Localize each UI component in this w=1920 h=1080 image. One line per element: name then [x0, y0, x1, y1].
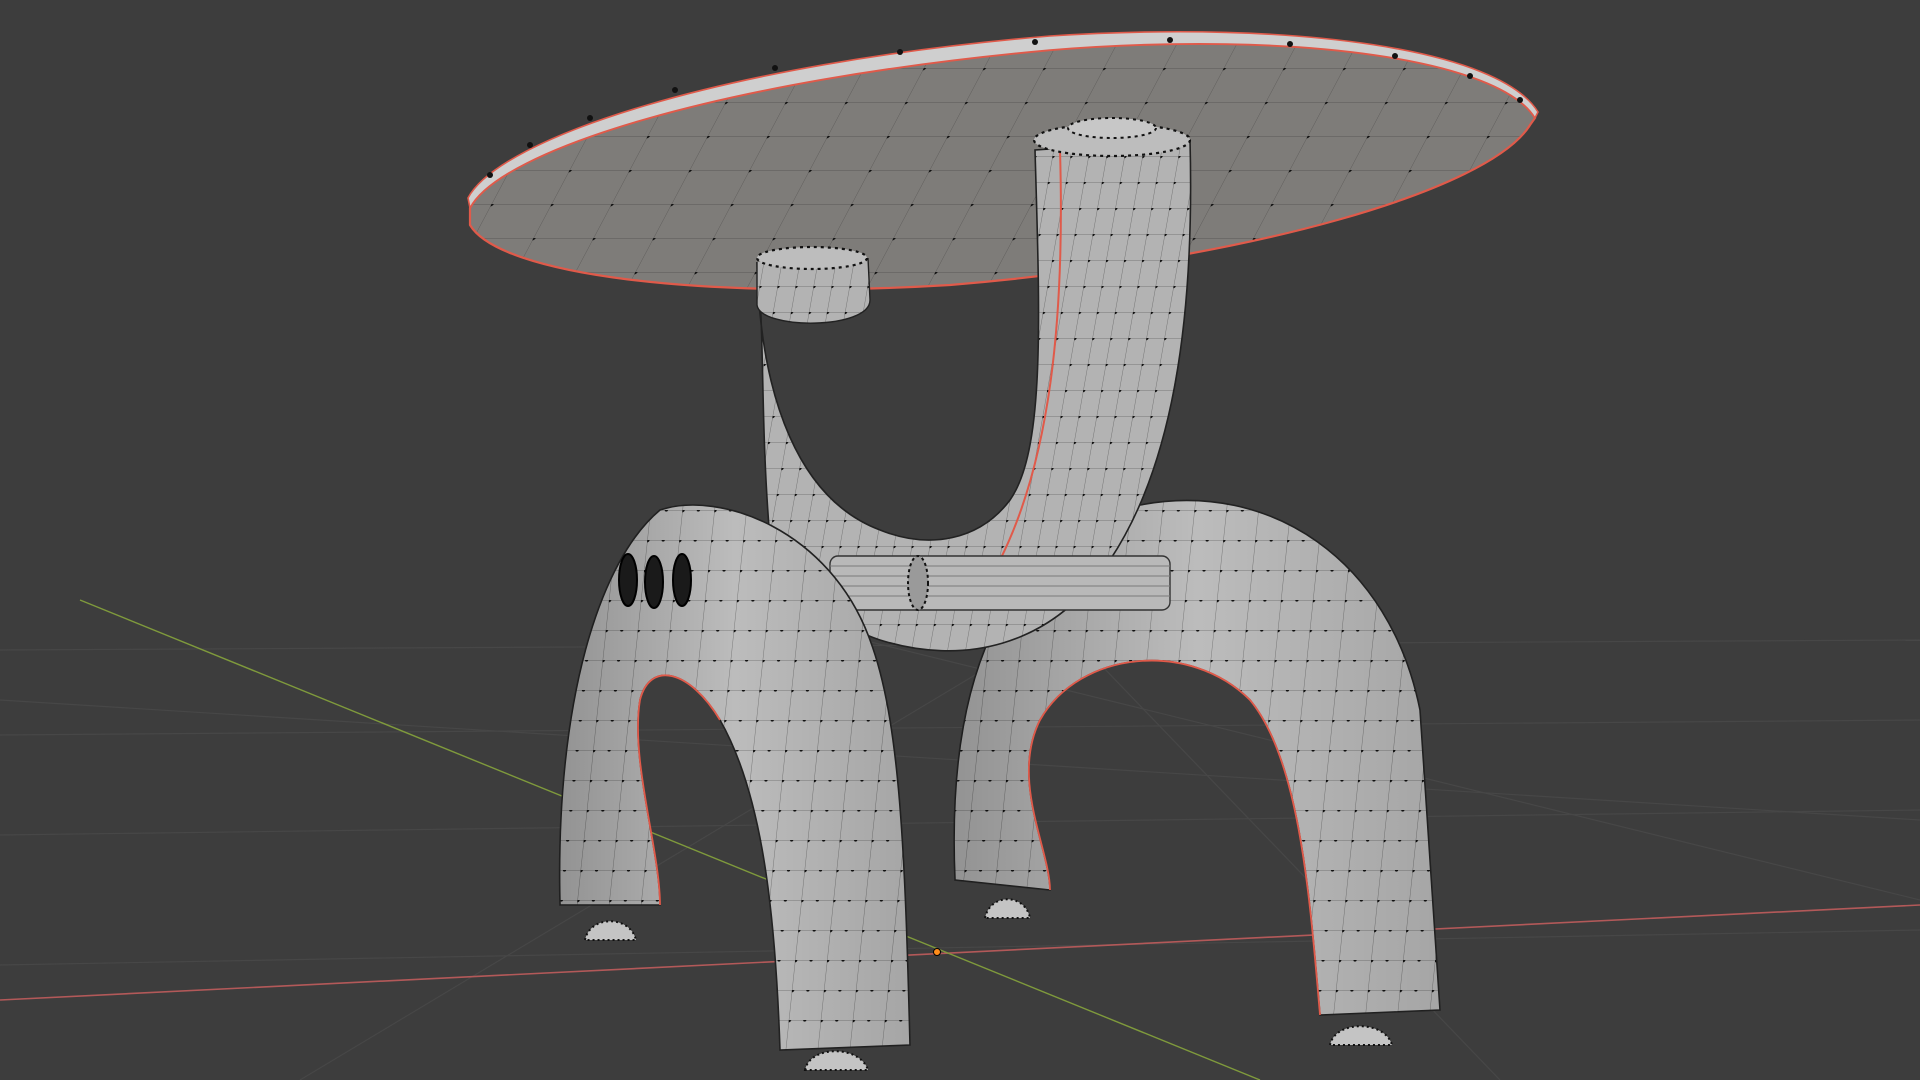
viewport-canvas[interactable] [0, 0, 1920, 1080]
x-axis-line [0, 904, 1920, 1001]
object-origin-icon [933, 948, 941, 956]
feet[interactable] [583, 898, 1394, 1071]
leg-holes [618, 553, 692, 609]
crossbar[interactable] [829, 555, 1171, 611]
tabletop[interactable] [467, 30, 1539, 291]
3d-viewport[interactable] [0, 0, 1920, 1080]
